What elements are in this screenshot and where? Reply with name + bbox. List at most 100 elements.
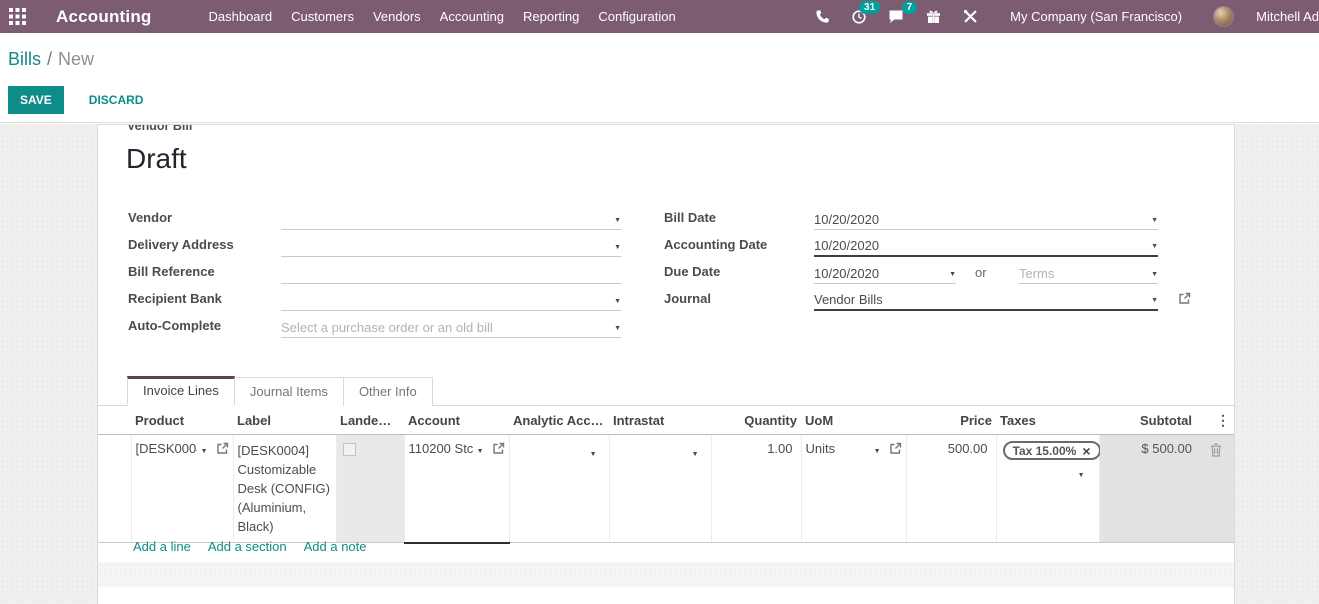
chevron-down-icon[interactable] — [477, 441, 484, 456]
external-link-icon[interactable] — [1178, 292, 1191, 305]
accounting-date-label: Accounting Date — [664, 237, 767, 252]
notebook-tabs: Invoice Lines Journal Items Other Info — [98, 376, 1234, 406]
chevron-down-icon[interactable] — [692, 444, 699, 459]
landed-costs-checkbox[interactable] — [343, 443, 356, 456]
auto-complete-input[interactable]: Select a purchase order or an old bill — [281, 315, 621, 338]
chevron-down-icon[interactable] — [590, 444, 597, 459]
menu-reporting[interactable]: Reporting — [523, 9, 579, 24]
quantity-cell[interactable]: 1.00 — [711, 435, 801, 543]
chevron-down-icon[interactable] — [614, 317, 621, 335]
add-a-line-link[interactable]: Add a line — [133, 539, 191, 554]
tab-invoice-lines[interactable]: Invoice Lines — [127, 376, 235, 406]
tax-tag[interactable]: Tax 15.00% — [1003, 441, 1101, 460]
auto-complete-placeholder: Select a purchase order or an old bill — [281, 320, 493, 335]
taxes-cell[interactable]: Tax 15.00% — [996, 435, 1099, 543]
user-menu[interactable]: Mitchell Ad — [1256, 9, 1319, 24]
col-label: Label — [233, 406, 336, 435]
record-status: Draft — [126, 143, 187, 175]
label-cell[interactable]: [DESK0004] Customizable Desk (CONFIG) (A… — [233, 435, 336, 543]
payment-terms-input[interactable]: Terms — [1019, 261, 1158, 284]
terms-placeholder: Terms — [1019, 266, 1054, 281]
or-label: or — [975, 265, 987, 280]
messages-icon[interactable]: 7 — [885, 8, 907, 26]
save-button[interactable]: SAVE — [8, 86, 64, 114]
bill-date-input[interactable]: 10/20/2020 — [814, 207, 1158, 230]
account-cell[interactable]: 110200 Stc — [404, 435, 509, 543]
tab-other-info[interactable]: Other Info — [344, 377, 433, 406]
menu-customers[interactable]: Customers — [291, 9, 354, 24]
col-product: Product — [131, 406, 233, 435]
journal-input[interactable]: Vendor Bills — [814, 288, 1158, 311]
breadcrumb-current: New — [58, 49, 94, 69]
field-row-bill-date: Bill Date 10/20/2020 — [98, 207, 1234, 231]
avatar[interactable] — [1213, 6, 1234, 27]
tab-journal-items[interactable]: Journal Items — [235, 377, 344, 406]
chevron-down-icon[interactable] — [1151, 209, 1158, 227]
app-name[interactable]: Accounting — [56, 7, 152, 27]
discard-button[interactable]: DISCARD — [79, 87, 154, 113]
col-subtotal: Subtotal — [1099, 406, 1234, 435]
chevron-down-icon[interactable] — [201, 441, 208, 456]
field-row-journal: Journal Vendor Bills — [98, 288, 1234, 312]
landed-costs-cell — [336, 435, 404, 543]
gift-icon[interactable] — [922, 8, 944, 26]
chevron-down-icon[interactable] — [874, 441, 881, 456]
field-row-due-date: Due Date 10/20/2020 or Terms — [98, 261, 1234, 285]
col-taxes: Taxes — [996, 406, 1099, 435]
chevron-down-icon[interactable] — [1151, 235, 1158, 253]
activity-clock-icon[interactable]: 31 — [848, 8, 870, 26]
col-intrastat: Intrastat — [609, 406, 711, 435]
auto-complete-label: Auto-Complete — [128, 318, 221, 333]
invoice-line-row: [DESK0004 [DESK0004] Customizable Desk (… — [98, 435, 1234, 543]
row-handle-cell[interactable] — [98, 435, 131, 543]
developer-tools-icon[interactable] — [959, 8, 981, 26]
field-row-auto-complete: Auto-Complete Select a purchase order or… — [98, 315, 1234, 339]
document-type-label: Vendor Bill — [127, 125, 192, 135]
breadcrumb-bills[interactable]: Bills — [8, 49, 41, 69]
chevron-down-icon[interactable] — [949, 263, 956, 281]
handle-column-header — [98, 406, 131, 435]
activity-badge[interactable]: 31 — [859, 1, 880, 14]
top-navbar: Accounting Dashboard Customers Vendors A… — [0, 0, 1319, 33]
journal-label: Journal — [664, 291, 711, 306]
due-date-input[interactable]: 10/20/2020 — [814, 261, 956, 284]
control-panel: Bills / New SAVE DISCARD — [0, 33, 1319, 123]
menu-configuration[interactable]: Configuration — [598, 9, 675, 24]
menu-vendors[interactable]: Vendors — [373, 9, 421, 24]
remove-tag-icon[interactable] — [1082, 443, 1090, 459]
external-link-icon[interactable] — [889, 442, 902, 455]
menu-dashboard[interactable]: Dashboard — [209, 9, 273, 24]
delete-row-icon[interactable] — [1210, 443, 1222, 457]
product-cell[interactable]: [DESK0004 — [131, 435, 233, 543]
chevron-down-icon[interactable] — [1151, 289, 1158, 307]
external-link-icon[interactable] — [216, 442, 229, 455]
main-menu: Dashboard Customers Vendors Accounting R… — [209, 9, 676, 24]
breadcrumb-separator: / — [47, 49, 52, 69]
col-account: Account — [404, 406, 509, 435]
company-switcher[interactable]: My Company (San Francisco) — [1010, 9, 1182, 24]
optional-columns-icon[interactable] — [1216, 412, 1230, 429]
form-buttons: SAVE DISCARD — [8, 86, 153, 114]
field-row-accounting-date: Accounting Date 10/20/2020 — [98, 234, 1234, 258]
due-date-label: Due Date — [664, 264, 720, 279]
price-cell[interactable]: 500.00 — [906, 435, 996, 543]
add-a-section-link[interactable]: Add a section — [208, 539, 287, 554]
accounting-date-input[interactable]: 10/20/2020 — [814, 234, 1158, 257]
subtotal-cell: $ 500.00 — [1099, 435, 1234, 543]
breadcrumb: Bills / New — [8, 49, 94, 70]
add-a-note-link[interactable]: Add a note — [304, 539, 367, 554]
analytic-account-cell[interactable] — [509, 435, 609, 543]
menu-accounting[interactable]: Accounting — [440, 9, 504, 24]
external-link-icon[interactable] — [492, 442, 505, 455]
phone-icon[interactable] — [811, 8, 833, 26]
sheet-footer-band — [98, 562, 1234, 587]
content-background: Vendor Bill Draft Vendor Delivery Addres… — [0, 124, 1319, 604]
bill-date-label: Bill Date — [664, 210, 716, 225]
apps-grid-icon[interactable] — [0, 0, 34, 33]
list-footer-links: Add a line Add a section Add a note — [133, 539, 367, 554]
chevron-down-icon[interactable] — [1078, 465, 1085, 480]
chevron-down-icon[interactable] — [1151, 263, 1158, 281]
messages-badge[interactable]: 7 — [902, 1, 918, 14]
intrastat-cell[interactable] — [609, 435, 711, 543]
uom-cell[interactable]: Units — [801, 435, 906, 543]
